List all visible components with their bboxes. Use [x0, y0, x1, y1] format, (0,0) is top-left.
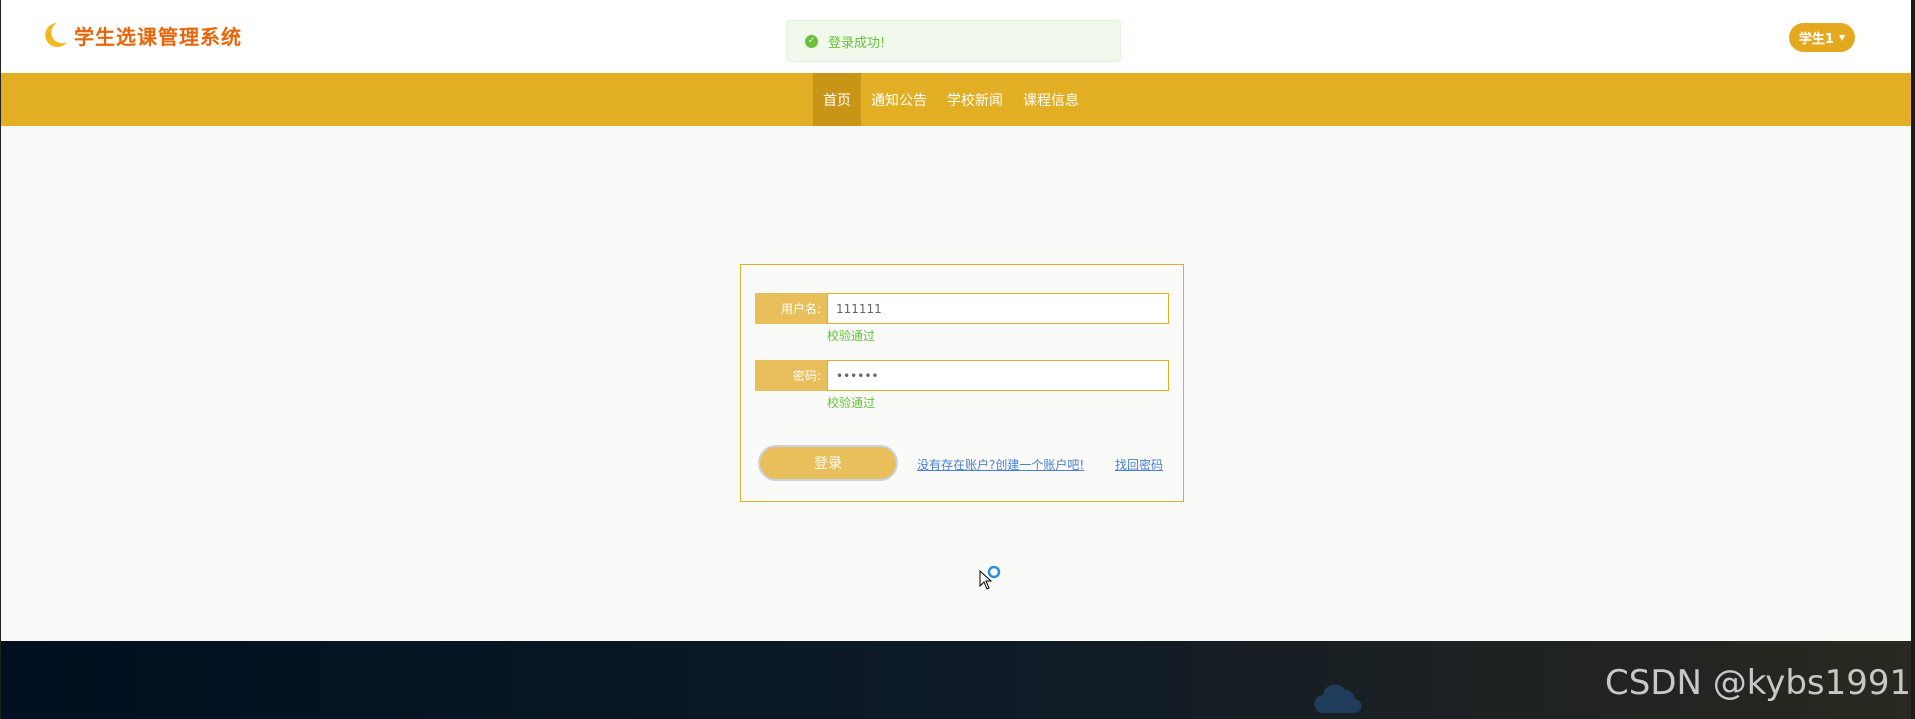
username-validation: 校验通过 [827, 329, 876, 343]
cloud-icon [1314, 681, 1364, 719]
header: 学生选课管理系统 ✓ 登录成功! 学生1 ▼ [0, 0, 1915, 73]
nav-item-news[interactable]: 学校新闻 [937, 73, 1013, 126]
user-name: 学生1 [1798, 32, 1834, 47]
login-button[interactable]: 登录 [758, 445, 898, 481]
caret-down-icon: ▼ [1838, 33, 1846, 42]
register-link[interactable]: 没有存在账户?创建一个账户吧! [917, 456, 1084, 473]
watermark-text: CSDN @kybs1991 [1605, 663, 1912, 703]
username-label: 用户名: [755, 293, 827, 324]
password-row: 密码: •••••• [755, 360, 1169, 391]
user-menu-button[interactable]: 学生1 ▼ [1789, 23, 1855, 52]
login-form: 用户名: 111111 校验通过 密码: •••••• 校验通过 登录 没有存在… [740, 264, 1184, 502]
moon-icon [40, 20, 70, 50]
success-toast: ✓ 登录成功! [786, 20, 1121, 62]
nav-item-courses[interactable]: 课程信息 [1013, 73, 1089, 126]
nav-item-notices[interactable]: 通知公告 [861, 73, 937, 126]
logo[interactable]: 学生选课管理系统 [40, 20, 242, 50]
app-title: 学生选课管理系统 [74, 24, 242, 49]
password-validation: 校验通过 [827, 396, 876, 410]
username-input[interactable]: 111111 [827, 293, 1169, 324]
mouse-cursor-icon [978, 565, 1002, 596]
main-nav: 首页 通知公告 学校新闻 课程信息 [0, 73, 1915, 126]
main-content: 用户名: 111111 校验通过 密码: •••••• 校验通过 登录 没有存在… [0, 126, 1915, 641]
forgot-password-link[interactable]: 找回密码 [1115, 456, 1163, 473]
footer: CSDN @kybs1991 [0, 641, 1915, 719]
nav-item-home[interactable]: 首页 [813, 73, 861, 126]
password-input[interactable]: •••••• [827, 360, 1169, 391]
password-label: 密码: [755, 360, 827, 391]
check-circle-icon: ✓ [805, 34, 818, 48]
toast-message: 登录成功! [828, 35, 886, 51]
username-row: 用户名: 111111 [755, 293, 1169, 324]
